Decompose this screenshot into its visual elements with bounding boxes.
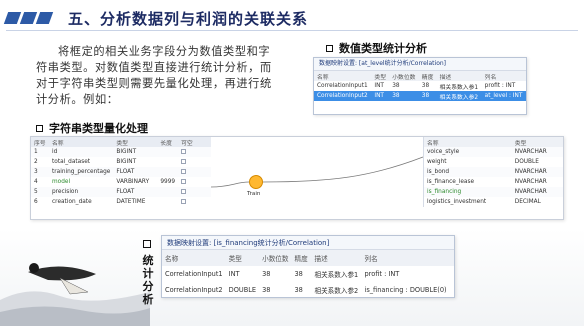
- stat-panel-title: 数据映射设置: [is_financing统计分析/Correlation]: [162, 236, 454, 250]
- output-schema-table-wrap: 名称 类型 voice_style NVARCHAR weight DOUBLE…: [423, 137, 563, 207]
- header-divider: [6, 30, 578, 31]
- train-node-label: Train: [247, 191, 261, 197]
- table-row[interactable]: CorrelationInput1 INT 38 38 相关系数入参1 prof…: [162, 266, 454, 282]
- string-section-label: 字符串类型量化处理: [49, 122, 148, 135]
- numeric-section-label: 数值类型统计分析: [339, 42, 427, 55]
- square-bullet-icon: [143, 240, 151, 248]
- column-header: 小数位数: [259, 250, 292, 266]
- numeric-mapping-panel: 数据映射设置: [at_level统计分析/Correlation] 名称 类型…: [313, 57, 527, 115]
- table-cell: 38: [262, 270, 271, 278]
- table-row[interactable]: is_finance_lease NVARCHAR: [424, 177, 563, 187]
- table-cell: CorrelationInput1: [165, 270, 223, 278]
- header-bar: [35, 12, 54, 24]
- table-header-row: 名称 类型 小数位数 精度 描述 列名: [162, 250, 454, 266]
- table-cell: voice_style: [424, 147, 512, 157]
- table-cell: CorrelationInput2: [314, 91, 372, 101]
- column-header: 类型: [511, 137, 563, 147]
- square-bullet-icon: [326, 44, 333, 52]
- table-cell: DOUBLE: [228, 286, 257, 294]
- table-row[interactable]: CorrelationInput1 INT 38 38 相关系数入参1 prof…: [314, 81, 526, 91]
- slide: 五、分析数据列与利润的关联关系 将框定的相关业务字段分为数值类型和字符串类型。对…: [0, 0, 584, 326]
- connector-line: [262, 156, 424, 183]
- table-cell: 38: [262, 286, 271, 294]
- column-header: 名称: [314, 71, 372, 81]
- stats-char: 统: [142, 254, 154, 267]
- column-header: 名称: [162, 250, 226, 266]
- table-row[interactable]: is_bond NVARCHAR: [424, 167, 563, 177]
- page-title: 五、分析数据列与利润的关联关系: [68, 10, 309, 28]
- table-cell: DECIMAL: [514, 199, 541, 205]
- table-cell: is_financing : DOUBLE(0): [364, 286, 447, 294]
- table-cell: INT: [228, 270, 240, 278]
- table-cell: NVARCHAR: [511, 187, 563, 197]
- table-cell: 38: [421, 83, 430, 89]
- output-schema-table: 名称 类型 voice_style NVARCHAR weight DOUBLE…: [424, 137, 563, 207]
- column-header: 类型: [225, 250, 260, 266]
- table-cell: INT: [371, 91, 390, 101]
- table-cell: is_finance_lease: [427, 179, 475, 185]
- table-cell: NVARCHAR: [514, 179, 547, 185]
- table-cell: profit : INT: [364, 270, 400, 278]
- table-row-selected[interactable]: CorrelationInput2 INT 38 38 相关系数入参2 at_l…: [314, 91, 526, 101]
- header-bar: [19, 12, 38, 24]
- numeric-section-heading: 数值类型统计分析: [326, 40, 427, 56]
- column-header: 描述: [436, 71, 482, 81]
- table-cell: 38: [389, 91, 419, 101]
- table-cell: 38: [294, 270, 303, 278]
- table-cell: logistics_investment: [427, 199, 487, 205]
- table-cell: CorrelationInput2: [165, 286, 223, 294]
- stats-char: 计: [142, 267, 154, 280]
- numeric-panel-title: 数据映射设置: [at_level统计分析/Correlation]: [314, 58, 526, 71]
- table-cell: weight: [427, 159, 447, 165]
- table-header-row: 名称 类型: [424, 137, 563, 147]
- stats-char: 分: [142, 280, 154, 293]
- table-row[interactable]: logistics_investment DECIMAL: [424, 197, 563, 207]
- table-cell: 38: [418, 91, 437, 101]
- table-row[interactable]: voice_style NVARCHAR: [424, 147, 563, 157]
- header-decoration: [3, 12, 54, 24]
- figure-head: [29, 263, 39, 273]
- numeric-mapping-table: 名称 类型 小数位数 精度 描述 列名 CorrelationInput1 IN…: [314, 71, 526, 101]
- table-cell: is_financing: [424, 187, 512, 197]
- table-row[interactable]: CorrelationInput2 DOUBLE 38 38 相关系数入参2 i…: [162, 282, 454, 298]
- column-header: 小数位数: [389, 71, 419, 81]
- intro-paragraph: 将框定的相关业务字段分为数值类型和字符串类型。对数值类型直接进行统计分析，而对于…: [36, 45, 272, 106]
- stats-vertical-label: 统 计 分 析: [140, 254, 156, 306]
- stat-mapping-panel: 数据映射设置: [is_financing统计分析/Correlation] 名…: [161, 235, 455, 298]
- connector-line: [210, 181, 250, 188]
- table-row[interactable]: weight DOUBLE: [424, 157, 563, 167]
- table-cell: 相关系数入参2: [314, 287, 359, 295]
- table-cell: INT: [374, 83, 384, 89]
- table-cell: NVARCHAR: [511, 147, 563, 157]
- train-node-icon[interactable]: [249, 175, 263, 189]
- book-shape: [59, 277, 89, 295]
- column-header: 类型: [371, 71, 390, 81]
- column-header: 名称: [424, 137, 512, 147]
- table-cell: 38: [294, 286, 303, 294]
- table-cell: 38: [392, 83, 400, 89]
- table-cell: 相关系数入参2: [436, 91, 482, 101]
- table-cell: 相关系数入参1: [439, 84, 479, 91]
- table-cell: CorrelationInput1: [317, 83, 368, 89]
- table-cell: is_bond: [424, 167, 512, 177]
- table-row[interactable]: is_financing NVARCHAR: [424, 187, 563, 197]
- ink-painting-decoration: [0, 263, 150, 326]
- table-cell: at_level : INT: [481, 91, 526, 101]
- column-header: 精度: [418, 71, 437, 81]
- header-bar: [3, 12, 22, 24]
- square-bullet-icon: [36, 124, 43, 132]
- table-cell: NVARCHAR: [511, 167, 563, 177]
- table-cell: DOUBLE: [514, 159, 539, 165]
- column-header: 列名: [481, 71, 526, 81]
- table-cell: 相关系数入参1: [314, 271, 359, 279]
- string-section-heading: 字符串类型量化处理: [36, 120, 148, 136]
- column-header: 描述: [311, 250, 362, 266]
- table-cell: profit : INT: [484, 83, 516, 89]
- column-header: 精度: [291, 250, 312, 266]
- table-header-row: 名称 类型 小数位数 精度 描述 列名: [314, 71, 526, 81]
- stat-mapping-table: 名称 类型 小数位数 精度 描述 列名 CorrelationInput1 IN…: [162, 250, 454, 298]
- workflow-canvas: 序号 名称 类型 长度 可空 1 id BIGINT 2 total_datas…: [30, 136, 564, 220]
- column-header: 列名: [361, 250, 454, 266]
- stats-char: 析: [142, 293, 154, 306]
